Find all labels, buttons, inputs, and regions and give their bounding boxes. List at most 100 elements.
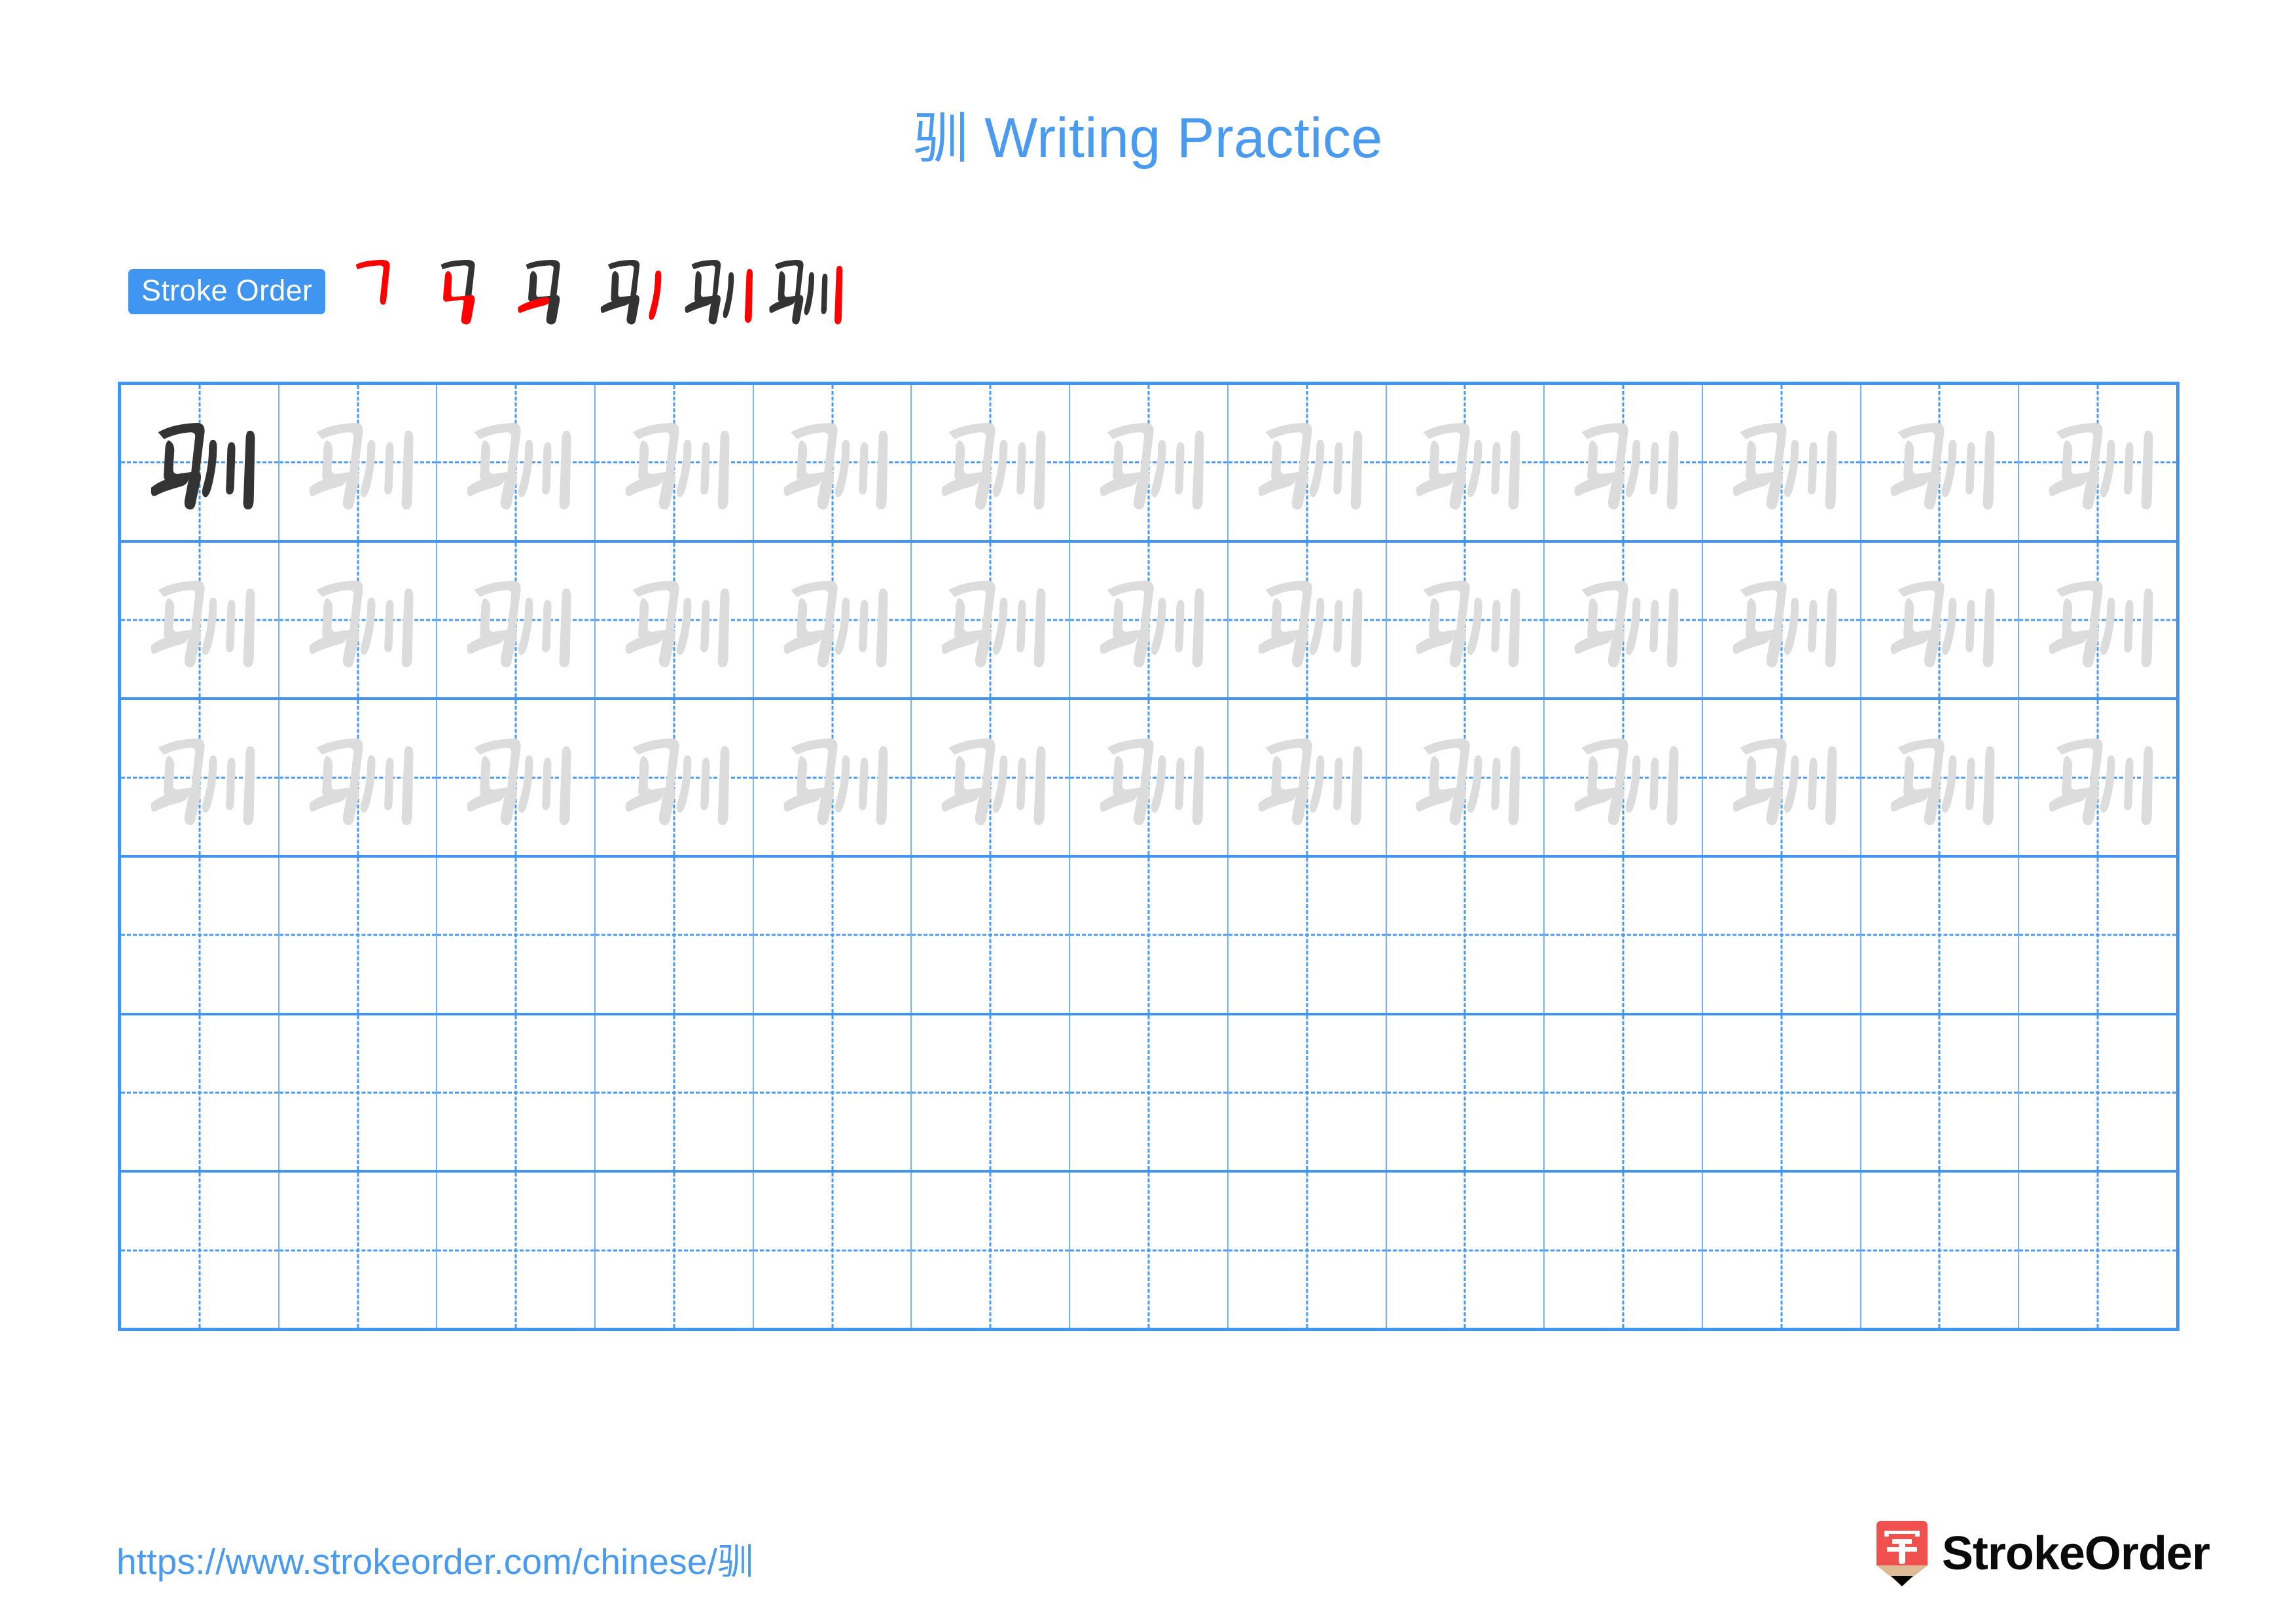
character-trace [754, 385, 911, 540]
practice-cell-blank[interactable] [2019, 1015, 2176, 1171]
character-trace [1861, 543, 2018, 698]
practice-cell-trace[interactable] [2019, 543, 2176, 698]
character-trace [121, 543, 278, 698]
practice-cell-trace[interactable] [121, 542, 279, 698]
practice-cell-trace[interactable] [1703, 542, 1861, 698]
practice-cell-blank[interactable] [1070, 1015, 1229, 1171]
practice-cell-trace[interactable] [596, 385, 754, 540]
character-trace [1703, 543, 1860, 698]
practice-cell-blank[interactable] [1703, 858, 1861, 1013]
practice-cell-trace[interactable] [1545, 542, 1703, 698]
practice-cell-blank[interactable] [2019, 858, 2176, 1013]
practice-cell-blank[interactable] [437, 1015, 596, 1171]
practice-cell-blank[interactable] [912, 1173, 1071, 1328]
practice-cell-blank[interactable] [1545, 1173, 1703, 1328]
practice-cell-blank[interactable] [1387, 1173, 1545, 1328]
practice-cell-blank[interactable] [1070, 858, 1229, 1013]
practice-cell-blank[interactable] [596, 1173, 754, 1328]
practice-cell-blank[interactable] [1861, 858, 2020, 1013]
practice-cell-blank[interactable] [121, 1173, 279, 1328]
practice-cell-blank[interactable] [912, 858, 1071, 1013]
practice-cell-trace[interactable] [1229, 385, 1387, 540]
practice-cell-trace[interactable] [1861, 542, 2020, 698]
practice-cell-trace[interactable] [1070, 700, 1229, 856]
practice-cell-blank[interactable] [1861, 1015, 2020, 1171]
practice-cell-blank[interactable] [2019, 1173, 2176, 1328]
practice-cell-blank[interactable] [279, 1173, 438, 1328]
practice-cell-blank[interactable] [121, 858, 279, 1013]
practice-cell-trace[interactable] [912, 542, 1071, 698]
practice-cell-trace[interactable] [437, 700, 596, 856]
practice-cell-trace[interactable] [2019, 700, 2176, 855]
practice-cell-blank[interactable] [912, 1015, 1071, 1171]
practice-cell-blank[interactable] [437, 1173, 596, 1328]
practice-cell-trace[interactable] [1229, 542, 1387, 698]
practice-cell-trace[interactable] [596, 542, 754, 698]
practice-cell-trace[interactable] [1387, 700, 1545, 856]
practice-cell-trace[interactable] [279, 542, 438, 698]
practice-cell-trace[interactable] [1545, 385, 1703, 540]
practice-cell-blank[interactable] [279, 858, 438, 1013]
practice-cell-blank[interactable] [1703, 1015, 1861, 1171]
practice-cell-trace[interactable] [1703, 700, 1861, 856]
character-trace [279, 385, 437, 540]
practice-cell-trace[interactable] [121, 700, 279, 856]
practice-cell-trace[interactable] [1387, 542, 1545, 698]
practice-cell-blank[interactable] [1545, 1015, 1703, 1171]
grid-row [121, 385, 2176, 543]
character-trace [1070, 700, 1227, 855]
practice-cell-blank[interactable] [1070, 1173, 1229, 1328]
practice-cell-blank[interactable] [1229, 858, 1387, 1013]
practice-cell-trace[interactable] [1545, 700, 1703, 856]
practice-cell-blank[interactable] [754, 1015, 912, 1171]
practice-cell-blank[interactable] [1861, 1173, 2020, 1328]
practice-cell-blank[interactable] [1229, 1015, 1387, 1171]
practice-cell-trace[interactable] [279, 700, 438, 856]
character-trace [279, 700, 437, 855]
grid-row [121, 1015, 2176, 1173]
practice-cell-trace[interactable] [1861, 385, 2020, 540]
character-trace [1229, 543, 1386, 698]
practice-cell-trace[interactable] [437, 542, 596, 698]
character-trace [754, 543, 911, 698]
practice-cell-trace[interactable] [1861, 700, 2020, 856]
brand-logo[interactable]: StrokeOrder [1876, 1518, 2210, 1590]
practice-cell-trace[interactable] [754, 542, 912, 698]
practice-cell-trace[interactable] [754, 385, 912, 540]
practice-cell-blank[interactable] [121, 1015, 279, 1171]
grid-row [121, 700, 2176, 858]
practice-cell-trace[interactable] [279, 385, 438, 540]
practice-cell-blank[interactable] [1229, 1173, 1387, 1328]
practice-cell-trace[interactable] [1703, 385, 1861, 540]
footer-url[interactable]: https://www.strokeorder.com/chinese/驯 [117, 1532, 753, 1584]
practice-cell-blank[interactable] [754, 1173, 912, 1328]
practice-cell-trace[interactable] [1070, 542, 1229, 698]
character-trace [912, 543, 1069, 698]
practice-cell-trace[interactable] [596, 700, 754, 856]
practice-cell-blank[interactable] [596, 858, 754, 1013]
practice-cell-blank[interactable] [437, 858, 596, 1013]
practice-cell-blank[interactable] [1387, 858, 1545, 1013]
practice-cell-trace[interactable] [1229, 700, 1387, 856]
practice-cell-blank[interactable] [279, 1015, 438, 1171]
practice-cell-trace[interactable] [754, 700, 912, 856]
brand-name: StrokeOrder [1941, 1527, 2210, 1580]
practice-cell-trace[interactable] [1070, 385, 1229, 540]
practice-cell-trace[interactable] [912, 385, 1071, 540]
practice-cell-trace[interactable] [912, 700, 1071, 856]
stroke-stage-5 [679, 252, 764, 331]
grid-row [121, 858, 2176, 1015]
practice-cell-blank[interactable] [596, 1015, 754, 1171]
character-trace [1387, 543, 1544, 698]
character-trace [912, 700, 1069, 855]
stroke-order-section: Stroke Order [128, 255, 849, 327]
practice-cell-blank[interactable] [1387, 1015, 1545, 1171]
practice-cell-blank[interactable] [1545, 858, 1703, 1013]
practice-cell-blank[interactable] [754, 858, 912, 1013]
practice-cell-trace[interactable] [1387, 385, 1545, 540]
page-title-character: 驯 [913, 106, 969, 170]
practice-cell-trace[interactable] [2019, 385, 2176, 540]
practice-cell-blank[interactable] [1703, 1173, 1861, 1328]
practice-cell-trace[interactable] [437, 385, 596, 540]
practice-cell-model[interactable] [121, 385, 279, 540]
